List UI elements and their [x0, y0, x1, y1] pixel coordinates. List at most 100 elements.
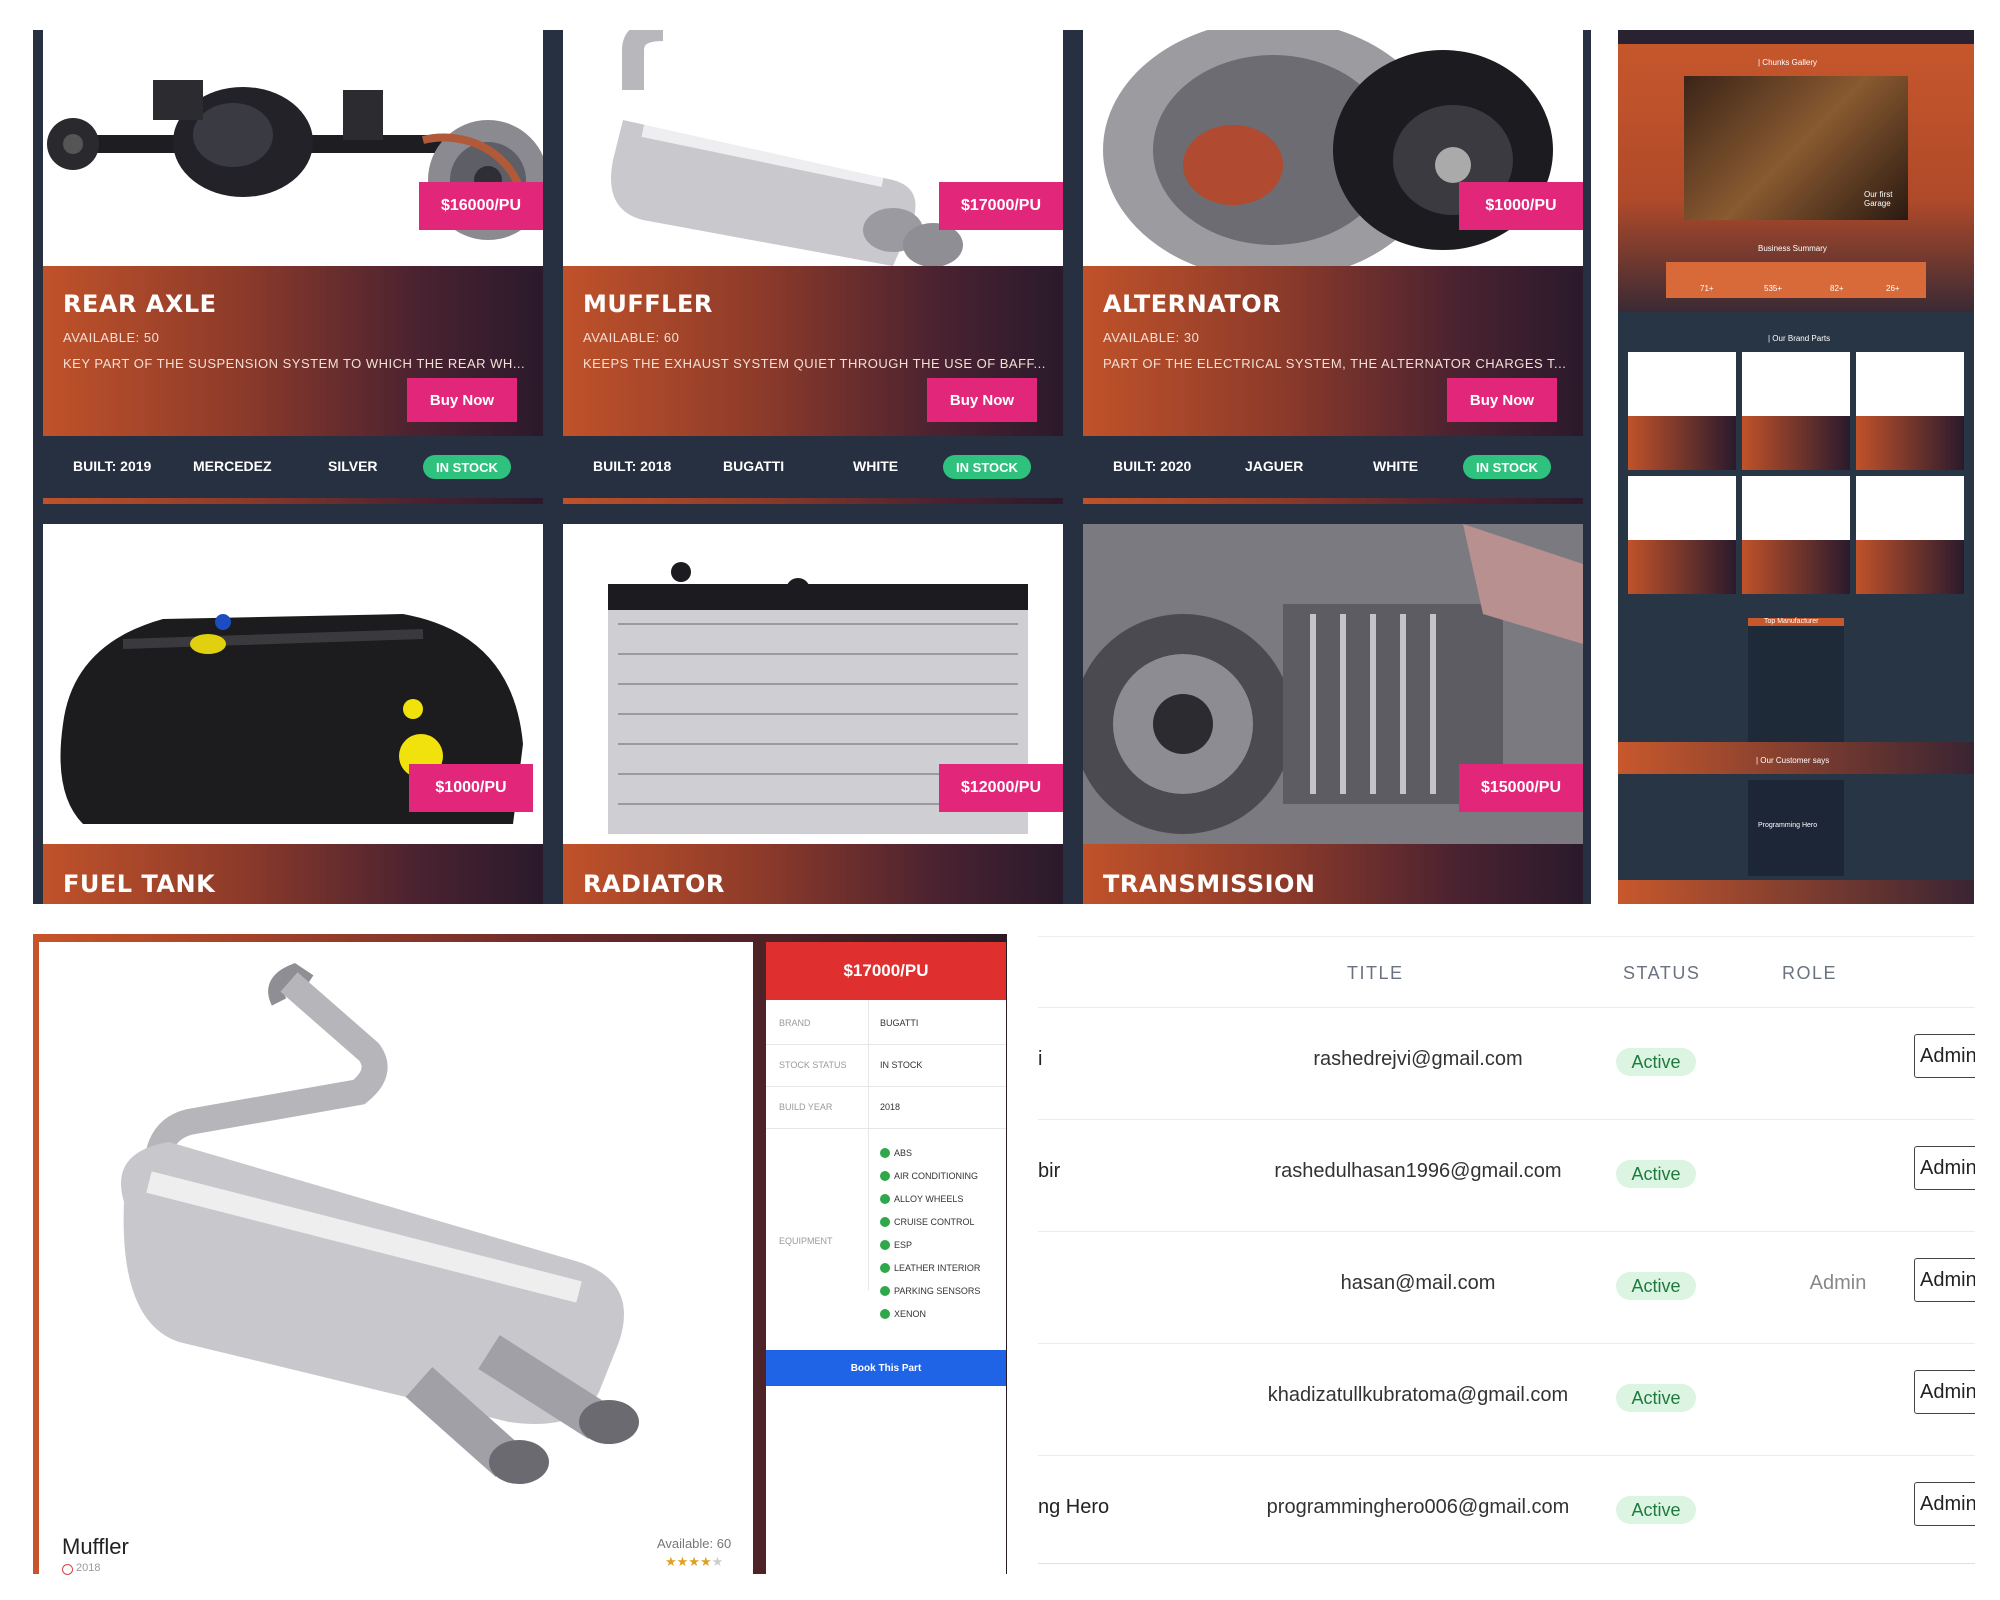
clock-icon — [62, 1564, 73, 1575]
mini-manufacturers-panel — [1748, 618, 1844, 750]
equipment-item: ESP — [880, 1240, 912, 1250]
buy-now-button[interactable]: Buy Now — [1447, 378, 1557, 422]
rating-stars-icon: ★★★★★ — [665, 1554, 724, 1569]
product-description: KEEPS THE EXHAUST SYSTEM QUIET THROUGH T… — [583, 356, 1046, 371]
check-icon — [880, 1263, 890, 1273]
brand: BUGATTI — [723, 458, 785, 474]
spec-row-build-year: BUILD YEAR 2018 — [766, 1086, 1006, 1129]
product-info: TRANSMISSION — [1083, 844, 1583, 904]
table-row: bir rashedulhasan1996@gmail.com Active A… — [1038, 1119, 1975, 1232]
product-name: FUEL TANK — [63, 870, 216, 898]
product-available: AVAILABLE: 60 — [583, 330, 680, 345]
color: WHITE — [853, 458, 899, 474]
status-badge: Active — [1616, 1160, 1696, 1188]
mini-card-info — [1628, 416, 1736, 470]
check-icon — [880, 1171, 890, 1181]
product-info: RADIATOR — [563, 844, 1063, 904]
mini-customers-title: | Our Customer says — [1756, 756, 1830, 765]
color: SILVER — [328, 458, 378, 474]
table-row: hasan@mail.com Active Admin Admin — [1038, 1231, 1975, 1344]
stock-badge: IN STOCK — [943, 455, 1031, 479]
make-admin-button[interactable]: Admin — [1914, 1370, 1975, 1414]
product-meta: BUILT: 2018 BUGATTI WHITE IN STOCK — [563, 436, 1063, 498]
mini-gallery-title: | Chunks Gallery — [1758, 58, 1817, 67]
part-detail-panel: Muffler 2018 Available: 60 ★★★★★ $17000/… — [33, 934, 1007, 1575]
brand: JAGUER — [1245, 458, 1304, 474]
product-meta: BUILT: 2019 MERCEDEZ SILVER IN STOCK — [43, 436, 543, 498]
equipment-item: XENON — [880, 1309, 926, 1319]
price-tag: $17000/PU — [939, 182, 1063, 230]
equipment-item: ABS — [880, 1148, 912, 1158]
product-name: TRANSMISSION — [1103, 870, 1316, 898]
user-email: programminghero006@gmail.com — [1266, 1496, 1570, 1518]
spec-card: $17000/PU BRAND BUGATTI STOCK STATUS IN … — [766, 942, 1006, 1574]
product-card-rear-axle[interactable]: $16000/PU REAR AXLE AVAILABLE: 50 KEY PA… — [43, 30, 543, 504]
equipment-item: ALLOY WHEELS — [880, 1194, 963, 1204]
spec-row-stock-status: STOCK STATUS IN STOCK — [766, 1044, 1006, 1087]
mini-summary-value: 71+ — [1700, 284, 1714, 293]
spec-key: BRAND — [779, 1018, 811, 1028]
product-info: MUFFLER AVAILABLE: 60 KEEPS THE EXHAUST … — [563, 266, 1063, 504]
equipment-item: LEATHER INTERIOR — [880, 1263, 980, 1273]
check-icon — [880, 1148, 890, 1158]
check-icon — [880, 1194, 890, 1204]
color: WHITE — [1373, 458, 1419, 474]
product-description: KEY PART OF THE SUSPENSION SYSTEM TO WHI… — [63, 356, 526, 371]
mini-card-info — [1742, 416, 1850, 470]
user-email: rashedulhasan1996@gmail.com — [1274, 1160, 1562, 1182]
equipment-label: EQUIPMENT — [779, 1236, 833, 1246]
table-row: ng Hero programminghero006@gmail.com Act… — [1038, 1455, 1975, 1563]
buy-now-button[interactable]: Buy Now — [407, 378, 517, 422]
product-card-fuel-tank[interactable]: $1000/PU FUEL TANK — [43, 524, 543, 904]
product-card-alternator[interactable]: $1000/PU ALTERNATOR AVAILABLE: 30 PART O… — [1083, 30, 1583, 504]
price-tag: $1000/PU — [409, 764, 533, 812]
make-admin-button[interactable]: Admin — [1914, 1034, 1975, 1078]
product-name: RADIATOR — [583, 870, 725, 898]
product-info: FUEL TANK — [43, 844, 543, 904]
buy-now-button[interactable]: Buy Now — [927, 378, 1037, 422]
product-description: PART OF THE ELECTRICAL SYSTEM, THE ALTER… — [1103, 356, 1567, 371]
product-available: AVAILABLE: 30 — [1103, 330, 1200, 345]
product-image-alternator: $1000/PU — [1083, 30, 1583, 266]
book-this-part-button[interactable]: Book This Part — [766, 1350, 1006, 1386]
make-admin-button[interactable]: Admin — [1914, 1258, 1975, 1302]
product-name: MUFFLER — [583, 290, 713, 318]
mini-card-info — [1856, 540, 1964, 594]
mini-manufacturers-title: Top Manufacturer — [1764, 618, 1819, 625]
product-available: AVAILABLE: 50 — [63, 330, 160, 345]
spec-price: $17000/PU — [766, 942, 1006, 1000]
built-year: BUILT: 2018 — [593, 458, 672, 474]
product-grid: $16000/PU REAR AXLE AVAILABLE: 50 KEY PA… — [33, 30, 1591, 904]
product-card-transmission[interactable]: $15000/PU TRANSMISSION — [1083, 524, 1583, 904]
header-status: STATUS — [1623, 963, 1701, 983]
stock-badge: IN STOCK — [1463, 455, 1551, 479]
check-icon — [880, 1240, 890, 1250]
product-name: REAR AXLE — [63, 290, 217, 318]
equipment-item: PARKING SENSORS — [880, 1286, 980, 1296]
price-tag: $12000/PU — [939, 764, 1063, 812]
mini-garage-caption: Our first Garage — [1864, 190, 1893, 208]
status-badge: Active — [1616, 1272, 1696, 1300]
product-card-muffler[interactable]: $17000/PU MUFFLER AVAILABLE: 60 KEEPS TH… — [563, 30, 1063, 504]
make-admin-button[interactable]: Admin — [1914, 1146, 1975, 1190]
table-row: khadizatullkubratoma@gmail.com Active Ad… — [1038, 1343, 1975, 1456]
part-year: 2018 — [76, 1562, 101, 1574]
product-card-radiator[interactable]: $12000/PU RADIATOR — [563, 524, 1063, 904]
make-admin-button[interactable]: Admin — [1914, 1482, 1975, 1526]
built-year: BUILT: 2019 — [73, 458, 152, 474]
equipment-item: AIR CONDITIONING — [880, 1171, 978, 1181]
mini-customer-name: Programming Hero — [1758, 822, 1818, 829]
header-role: ROLE — [1782, 963, 1838, 983]
user-name: bir — [1038, 1160, 1061, 1182]
mini-card-info — [1742, 540, 1850, 594]
status-badge: Active — [1616, 1384, 1696, 1412]
check-icon — [880, 1286, 890, 1296]
stock-badge: IN STOCK — [423, 455, 511, 479]
product-info: REAR AXLE AVAILABLE: 50 KEY PART OF THE … — [43, 266, 543, 504]
mini-summary-value: 535+ — [1764, 284, 1783, 293]
price-tag: $16000/PU — [419, 182, 543, 230]
spec-value: 2018 — [880, 1102, 901, 1112]
price-tag: $15000/PU — [1459, 764, 1583, 812]
part-image-panel: Muffler 2018 Available: 60 ★★★★★ — [39, 942, 753, 1575]
muffler-image — [121, 963, 639, 1484]
